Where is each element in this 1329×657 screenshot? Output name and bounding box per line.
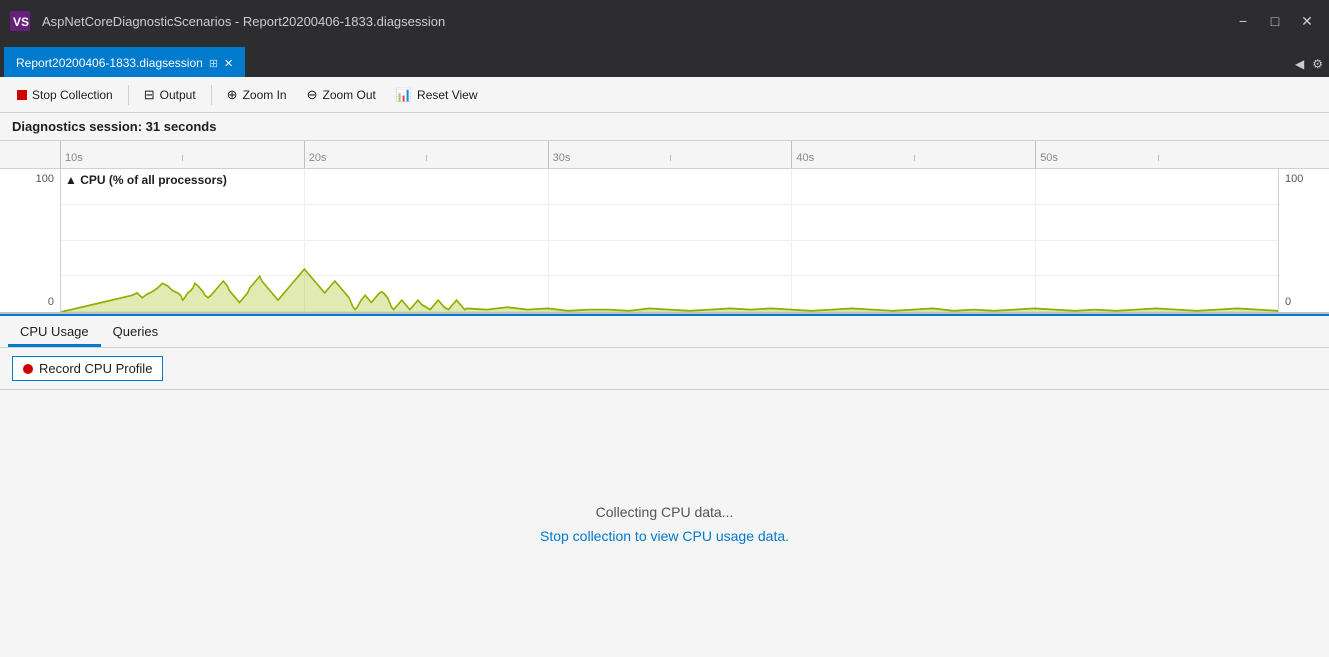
pin-icon[interactable]: ⊞ xyxy=(209,57,218,70)
reset-view-icon: 📊 xyxy=(396,87,412,103)
chart-title-text: ▲ CPU (% of all processors) xyxy=(65,173,227,187)
bottom-tab-strip: CPU Usage Queries xyxy=(0,316,1329,348)
bottom-section: CPU Usage Queries Record CPU Profile Col… xyxy=(0,314,1329,657)
y-max-left: 100 xyxy=(6,173,54,185)
zoom-out-button[interactable]: ⊖ Zoom Out xyxy=(298,81,385,109)
svg-text:VS: VS xyxy=(13,15,29,29)
zoom-in-label: Zoom In xyxy=(243,88,287,102)
title-bar-left: VS AspNetCoreDiagnosticScenarios - Repor… xyxy=(8,9,445,33)
tab-label: Report20200406-1833.diagsession xyxy=(16,56,203,70)
zoom-in-icon: ⊕ xyxy=(227,87,238,103)
tab-queries[interactable]: Queries xyxy=(101,319,171,347)
tab-cpu-usage[interactable]: CPU Usage xyxy=(8,319,101,347)
ruler-inner: 10s 20s 30s 40s 50s xyxy=(60,141,1279,168)
tab-bar: Report20200406-1833.diagsession ⊞ ✕ ◀ ⚙ xyxy=(0,42,1329,77)
diagnostics-header: Diagnostics session: 31 seconds xyxy=(0,113,1329,141)
record-dot-icon xyxy=(23,364,33,374)
record-area: Record CPU Profile xyxy=(0,348,1329,390)
stop-collection-link[interactable]: Stop collection to view CPU usage data. xyxy=(540,528,789,544)
output-label: Output xyxy=(160,88,196,102)
timeline-ruler-container: 10s 20s 30s 40s 50s xyxy=(0,141,1329,169)
chart-area: ▲ CPU (% of all processors) xyxy=(60,169,1279,312)
output-button[interactable]: ⊟ Output xyxy=(135,81,205,109)
ruler-tick-10s: 10s xyxy=(60,141,304,168)
toolbar-separator-1 xyxy=(128,85,129,105)
zoom-in-button[interactable]: ⊕ Zoom In xyxy=(218,81,296,109)
cpu-chart-container: 100 0 ▲ CPU (% of all processors) 100 0 xyxy=(0,169,1329,314)
title-bar-controls: − □ ✕ xyxy=(1229,7,1321,35)
ruler-tick-50s: 50s xyxy=(1035,141,1279,168)
ruler-tick-40s: 40s xyxy=(791,141,1035,168)
ruler-tick-30s: 30s xyxy=(548,141,792,168)
y-min-right: 0 xyxy=(1285,296,1323,308)
cpu-chart-svg xyxy=(61,169,1278,312)
window-title: AspNetCoreDiagnosticScenarios - Report20… xyxy=(42,14,445,29)
panel-content: Record CPU Profile Collecting CPU data..… xyxy=(0,348,1329,657)
y-min-left: 0 xyxy=(6,296,54,308)
ruler-left-spacer xyxy=(0,141,60,168)
tab-scroll-left[interactable]: ◀ xyxy=(1293,55,1306,73)
toolbar: Stop Collection ⊟ Output ⊕ Zoom In ⊖ Zoo… xyxy=(0,77,1329,113)
minimize-button[interactable]: − xyxy=(1229,7,1257,35)
zoom-out-icon: ⊖ xyxy=(307,87,318,103)
settings-icon[interactable]: ⚙ xyxy=(1310,55,1325,73)
center-message: Collecting CPU data... Stop collection t… xyxy=(0,390,1329,657)
tab-bar-right: ◀ ⚙ xyxy=(1293,55,1325,77)
tab-bar-left: Report20200406-1833.diagsession ⊞ ✕ xyxy=(4,47,245,77)
stop-collection-label: Stop Collection xyxy=(32,88,113,102)
ruler-right-spacer xyxy=(1279,141,1329,168)
vs-logo: VS xyxy=(8,9,32,33)
y-axis-right: 100 0 xyxy=(1279,169,1329,312)
document-tab[interactable]: Report20200406-1833.diagsession ⊞ ✕ xyxy=(4,47,245,77)
output-icon: ⊟ xyxy=(144,87,155,103)
stop-collection-button[interactable]: Stop Collection xyxy=(8,81,122,109)
collecting-text: Collecting CPU data... xyxy=(596,504,734,520)
zoom-out-label: Zoom Out xyxy=(322,88,375,102)
close-button[interactable]: ✕ xyxy=(1293,7,1321,35)
reset-view-label: Reset View xyxy=(417,88,477,102)
tab-close-icon[interactable]: ✕ xyxy=(224,57,233,70)
toolbar-separator-2 xyxy=(211,85,212,105)
y-max-right: 100 xyxy=(1285,173,1323,185)
diagnostics-session-text: Diagnostics session: 31 seconds xyxy=(12,119,216,134)
y-axis-left: 100 0 xyxy=(0,169,60,312)
stop-icon xyxy=(17,90,27,100)
queries-tab-label: Queries xyxy=(113,324,159,339)
title-bar: VS AspNetCoreDiagnosticScenarios - Repor… xyxy=(0,0,1329,42)
reset-view-button[interactable]: 📊 Reset View xyxy=(387,81,487,109)
timeline-ruler: 10s 20s 30s 40s 50s xyxy=(60,141,1279,169)
record-cpu-profile-label: Record CPU Profile xyxy=(39,361,152,376)
ruler-tick-20s: 20s xyxy=(304,141,548,168)
record-cpu-profile-button[interactable]: Record CPU Profile xyxy=(12,356,163,381)
chart-title: ▲ CPU (% of all processors) xyxy=(65,173,227,187)
cpu-usage-tab-label: CPU Usage xyxy=(20,324,89,339)
maximize-button[interactable]: □ xyxy=(1261,7,1289,35)
